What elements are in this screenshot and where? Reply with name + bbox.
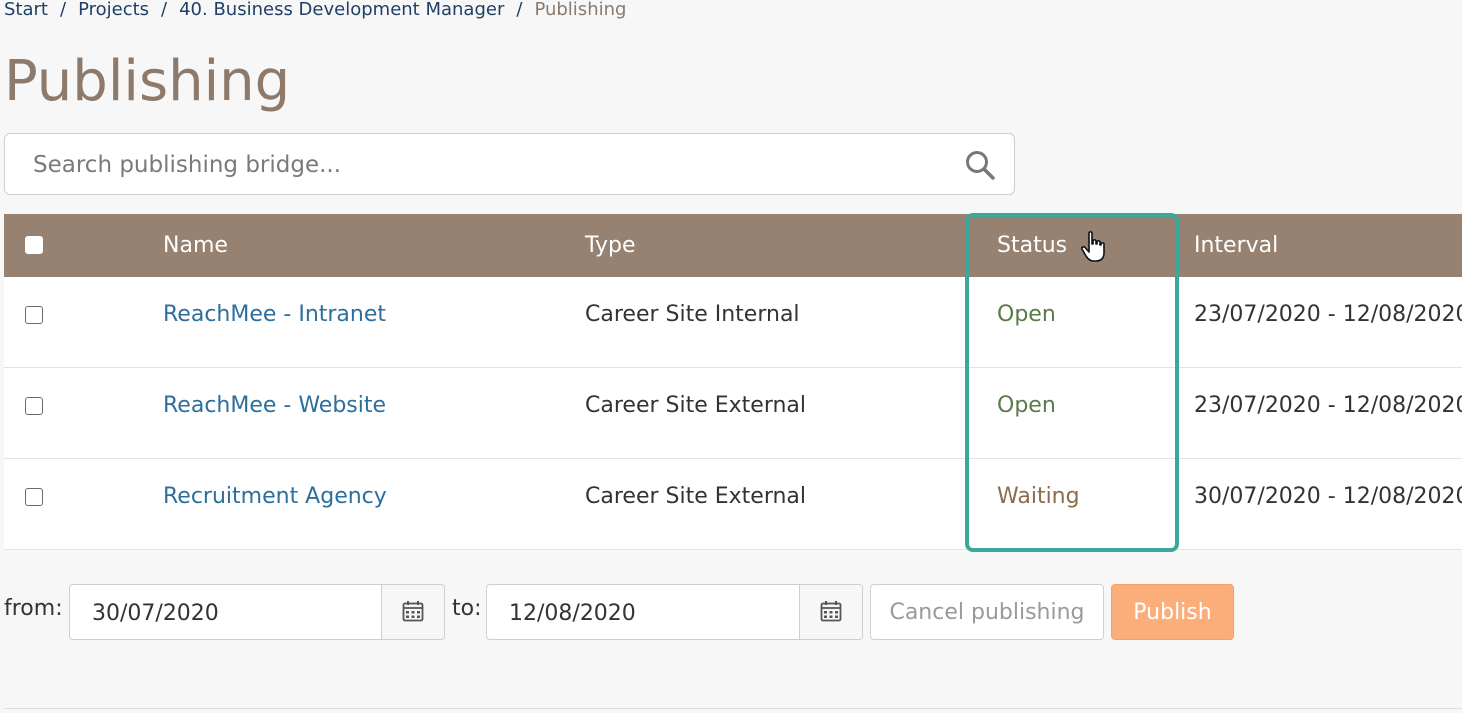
to-date-group <box>486 584 863 641</box>
breadcrumb-separator: / <box>59 0 67 20</box>
row-status: Waiting <box>997 484 1080 509</box>
row-interval: 30/07/2020 - 12/08/2020 <box>1194 484 1462 509</box>
column-header-status[interactable]: Status <box>997 214 1067 277</box>
publish-button[interactable]: Publish <box>1111 584 1234 640</box>
hand-pointer-icon <box>1080 231 1105 262</box>
select-all-checkbox[interactable] <box>25 236 43 254</box>
breadcrumb: Start / Projects / 40. Business Development … <box>4 0 626 24</box>
breadcrumb-start[interactable]: Start <box>4 0 48 20</box>
row-checkbox[interactable] <box>25 306 43 324</box>
breadcrumb-project[interactable]: 40. Business Development Manager <box>179 0 504 20</box>
row-status: Open <box>997 393 1056 418</box>
table-row: ReachMee - Intranet Career Site Internal… <box>4 277 1462 368</box>
publishing-page: Start / Projects / 40. Business Development … <box>0 0 1462 713</box>
calendar-icon <box>402 601 424 622</box>
from-date-group <box>69 584 445 641</box>
row-checkbox[interactable] <box>25 397 43 415</box>
table-row: Recruitment Agency Career Site External … <box>4 459 1462 550</box>
from-calendar-button[interactable] <box>381 585 444 639</box>
cancel-publishing-button[interactable]: Cancel publishing <box>870 584 1104 640</box>
row-type: Career Site External <box>585 393 807 418</box>
table-header: Name Type Status Interval <box>4 214 1462 277</box>
divider <box>4 708 1462 709</box>
to-calendar-button[interactable] <box>799 585 862 639</box>
row-type: Career Site Internal <box>585 302 800 327</box>
search-box <box>4 133 1015 196</box>
row-name-link[interactable]: ReachMee - Website <box>163 368 386 444</box>
page-title: Publishing <box>4 49 291 114</box>
row-name-link[interactable]: Recruitment Agency <box>163 459 387 535</box>
publishing-table: Name Type Status Interval ReachMee - Int… <box>4 214 1462 550</box>
breadcrumb-separator: / <box>161 0 168 20</box>
breadcrumb-separator: / <box>516 0 523 20</box>
breadcrumb-projects[interactable]: Projects <box>78 0 149 20</box>
row-interval: 23/07/2020 - 12/08/2020 <box>1194 393 1462 418</box>
column-header-name[interactable]: Name <box>163 214 228 277</box>
from-label: from: <box>4 596 63 621</box>
to-label: to: <box>452 596 482 621</box>
row-status: Open <box>997 302 1056 327</box>
calendar-icon <box>820 601 842 622</box>
column-header-interval[interactable]: Interval <box>1194 214 1278 277</box>
from-date-input[interactable] <box>90 585 374 641</box>
search-icon[interactable] <box>963 148 997 182</box>
search-input[interactable] <box>31 134 935 196</box>
row-type: Career Site External <box>585 484 807 509</box>
to-date-input[interactable] <box>507 585 791 641</box>
row-checkbox[interactable] <box>25 488 43 506</box>
row-name-link[interactable]: ReachMee - Intranet <box>163 277 386 353</box>
column-header-type[interactable]: Type <box>585 214 636 277</box>
table-row: ReachMee - Website Career Site External … <box>4 368 1462 459</box>
row-interval: 23/07/2020 - 12/08/2020 <box>1194 302 1462 327</box>
breadcrumb-current: Publishing <box>534 0 627 20</box>
